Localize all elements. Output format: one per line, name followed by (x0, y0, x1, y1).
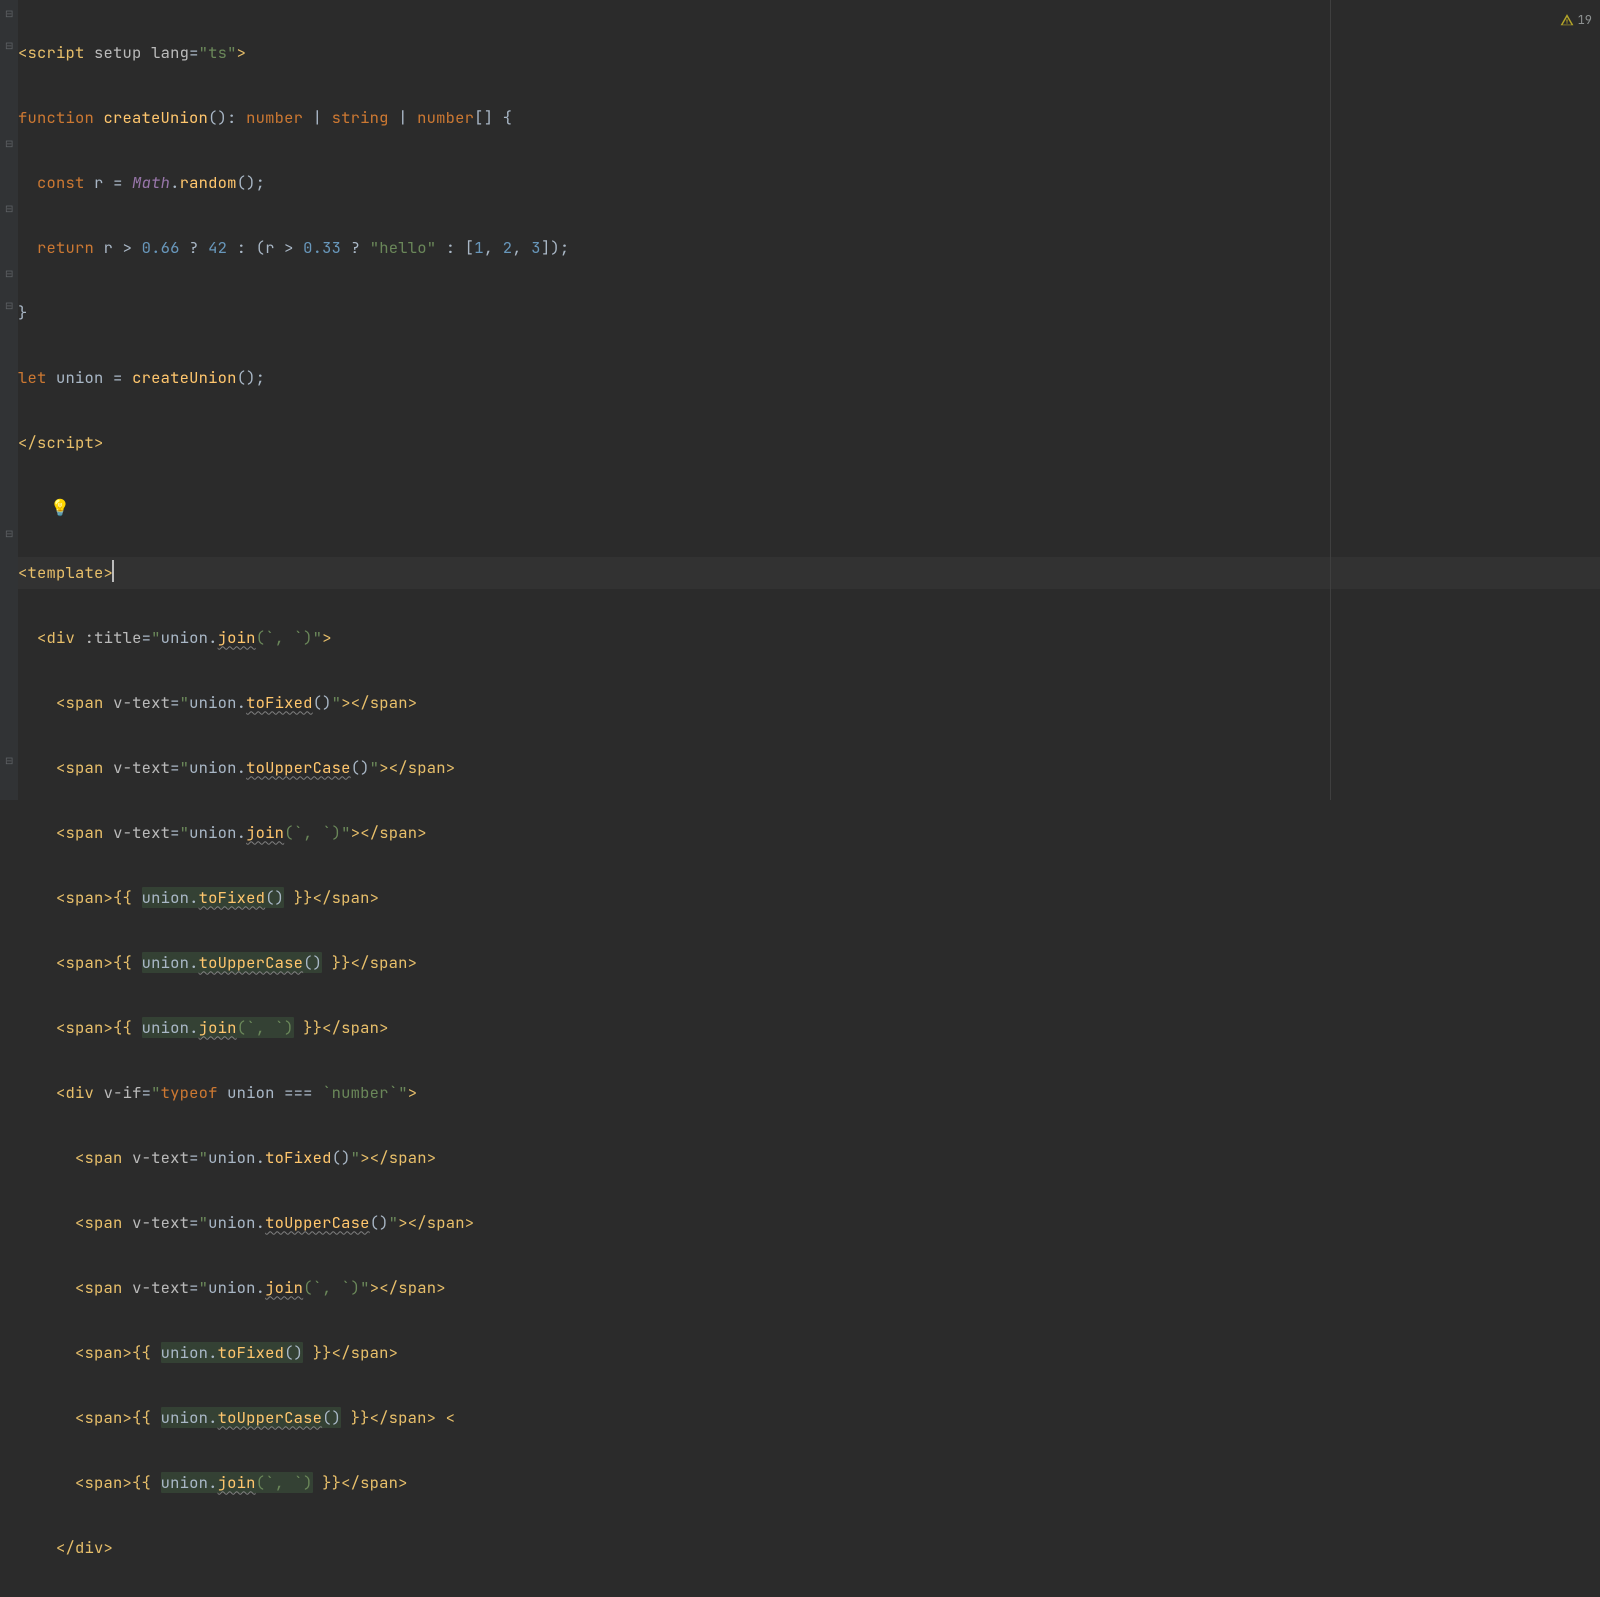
inspection-badge[interactable]: 19 (1560, 4, 1592, 37)
code-editor[interactable]: <script setup lang="ts"> function create… (18, 4, 569, 1597)
intention-bulb-icon[interactable]: 💡 (50, 492, 70, 525)
warning-icon (1560, 13, 1574, 27)
fold-icon[interactable]: ⊟ (5, 757, 13, 765)
fold-icon[interactable]: ⊟ (5, 140, 13, 148)
fold-icon[interactable]: ⊟ (5, 530, 13, 538)
fold-icon[interactable]: ⊟ (5, 42, 13, 50)
editor-gutter[interactable]: ⊟ ⊟ ⊟ ⊟ ⊟ ⊟ ⊟ ⊟ (0, 0, 18, 800)
right-margin-guide (1330, 0, 1331, 800)
current-line-highlight (0, 557, 1600, 590)
warning-count: 19 (1578, 4, 1592, 37)
fold-icon[interactable]: ⊟ (5, 270, 13, 278)
fold-icon[interactable]: ⊟ (5, 10, 13, 18)
text-caret (112, 560, 114, 582)
fold-icon[interactable]: ⊟ (5, 302, 13, 310)
fold-icon[interactable]: ⊟ (5, 205, 13, 213)
